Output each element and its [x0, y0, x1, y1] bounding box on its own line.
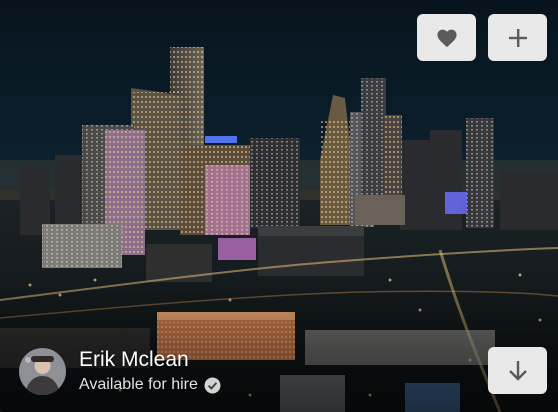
like-button[interactable]: [417, 14, 476, 61]
photo-card[interactable]: Erik Mclean Available for hire: [0, 0, 558, 412]
add-to-collection-button[interactable]: [488, 14, 547, 61]
hire-status: Available for hire: [79, 375, 221, 395]
hire-status-text: Available for hire: [79, 376, 198, 393]
check-circle-icon: [204, 377, 221, 394]
avatar[interactable]: [19, 348, 66, 395]
author-name[interactable]: Erik Mclean: [79, 348, 221, 372]
heart-icon: [436, 28, 458, 48]
download-button[interactable]: [488, 347, 547, 394]
arrow-down-icon: [508, 360, 528, 382]
author-info[interactable]: Erik Mclean Available for hire: [19, 348, 221, 395]
plus-icon: [508, 28, 528, 48]
